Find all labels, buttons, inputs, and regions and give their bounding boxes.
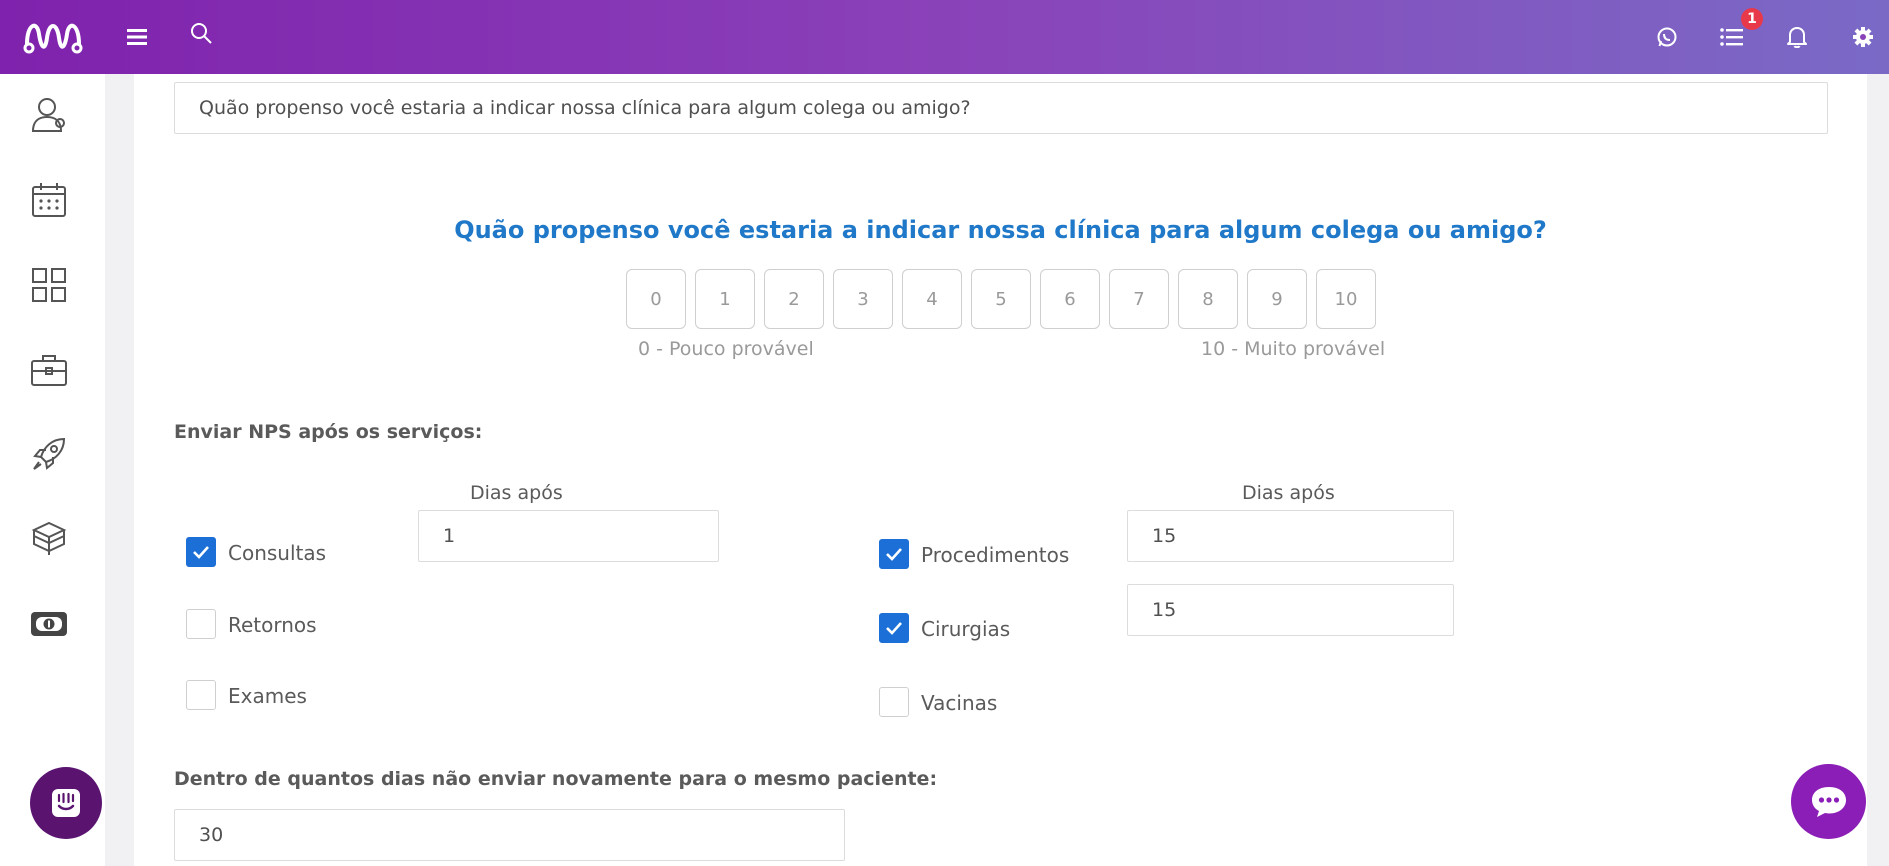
exames-label: Exames: [228, 684, 307, 708]
nps-question-input[interactable]: [174, 82, 1828, 134]
logo-icon[interactable]: [22, 0, 84, 74]
nps-preview-title: Quão propenso você estaria a indicar nos…: [454, 216, 1547, 244]
score-option-3[interactable]: 3: [833, 269, 893, 329]
procedimentos-days-input[interactable]: [1127, 510, 1454, 562]
rocket-icon[interactable]: [26, 431, 72, 477]
cirurgias-checkbox[interactable]: [879, 613, 909, 643]
check-icon: [193, 546, 209, 559]
consultas-days-input[interactable]: [418, 510, 719, 562]
retornos-checkbox[interactable]: [186, 609, 216, 639]
sidebar: [0, 74, 105, 866]
content-gutter: [105, 74, 134, 866]
intercom-launcher-button[interactable]: [30, 767, 102, 839]
calendar-icon[interactable]: [26, 177, 72, 223]
days-after-header-right: Dias após: [1242, 482, 1335, 504]
resend-interval-label: Dentro de quantos dias não enviar novame…: [174, 768, 938, 790]
scale-low-label: 0 - Pouco provável: [638, 338, 814, 360]
boxes-icon[interactable]: [26, 516, 72, 562]
consultas-label: Consultas: [228, 541, 327, 565]
scale-high-label: 10 - Muito provável: [1201, 338, 1386, 360]
procedimentos-label: Procedimentos: [921, 543, 1070, 567]
money-icon[interactable]: [26, 601, 72, 647]
vacinas-label: Vacinas: [921, 691, 998, 715]
nps-score-scale: 0 1 2 3 4 5 6 7 8 9 10: [626, 269, 1376, 329]
score-option-6[interactable]: 6: [1040, 269, 1100, 329]
gear-icon[interactable]: [1850, 0, 1876, 74]
search-icon[interactable]: [188, 0, 214, 70]
exames-checkbox[interactable]: [186, 680, 216, 710]
tasks-list-icon[interactable]: [1718, 0, 1746, 74]
consultas-checkbox[interactable]: [186, 537, 216, 567]
top-bar: 1: [0, 0, 1889, 74]
score-option-2[interactable]: 2: [764, 269, 824, 329]
apps-grid-icon[interactable]: [26, 262, 72, 308]
score-option-1[interactable]: 1: [695, 269, 755, 329]
menu-icon[interactable]: [124, 0, 150, 74]
cirurgias-days-input[interactable]: [1127, 584, 1454, 636]
score-option-9[interactable]: 9: [1247, 269, 1307, 329]
whatsapp-icon[interactable]: [1654, 0, 1680, 74]
chat-button[interactable]: [1791, 764, 1866, 839]
score-option-5[interactable]: 5: [971, 269, 1031, 329]
score-option-0[interactable]: 0: [626, 269, 686, 329]
vacinas-checkbox[interactable]: [879, 687, 909, 717]
score-option-10[interactable]: 10: [1316, 269, 1376, 329]
resend-interval-input[interactable]: [174, 809, 845, 861]
intercom-icon: [52, 789, 80, 817]
notification-badge: 1: [1741, 8, 1763, 30]
services-section-label: Enviar NPS após os serviços:: [174, 421, 483, 443]
briefcase-icon[interactable]: [26, 347, 72, 393]
bell-icon[interactable]: [1784, 0, 1810, 74]
score-option-7[interactable]: 7: [1109, 269, 1169, 329]
nps-settings-panel: [134, 74, 1867, 866]
procedimentos-checkbox[interactable]: [879, 539, 909, 569]
cirurgias-label: Cirurgias: [921, 617, 1011, 641]
check-icon: [886, 622, 902, 635]
retornos-label: Retornos: [228, 613, 317, 637]
check-icon: [886, 548, 902, 561]
patients-icon[interactable]: [26, 92, 72, 138]
chat-bubble-icon: [1811, 786, 1846, 817]
days-after-header-left: Dias após: [470, 482, 563, 504]
score-option-8[interactable]: 8: [1178, 269, 1238, 329]
score-option-4[interactable]: 4: [902, 269, 962, 329]
